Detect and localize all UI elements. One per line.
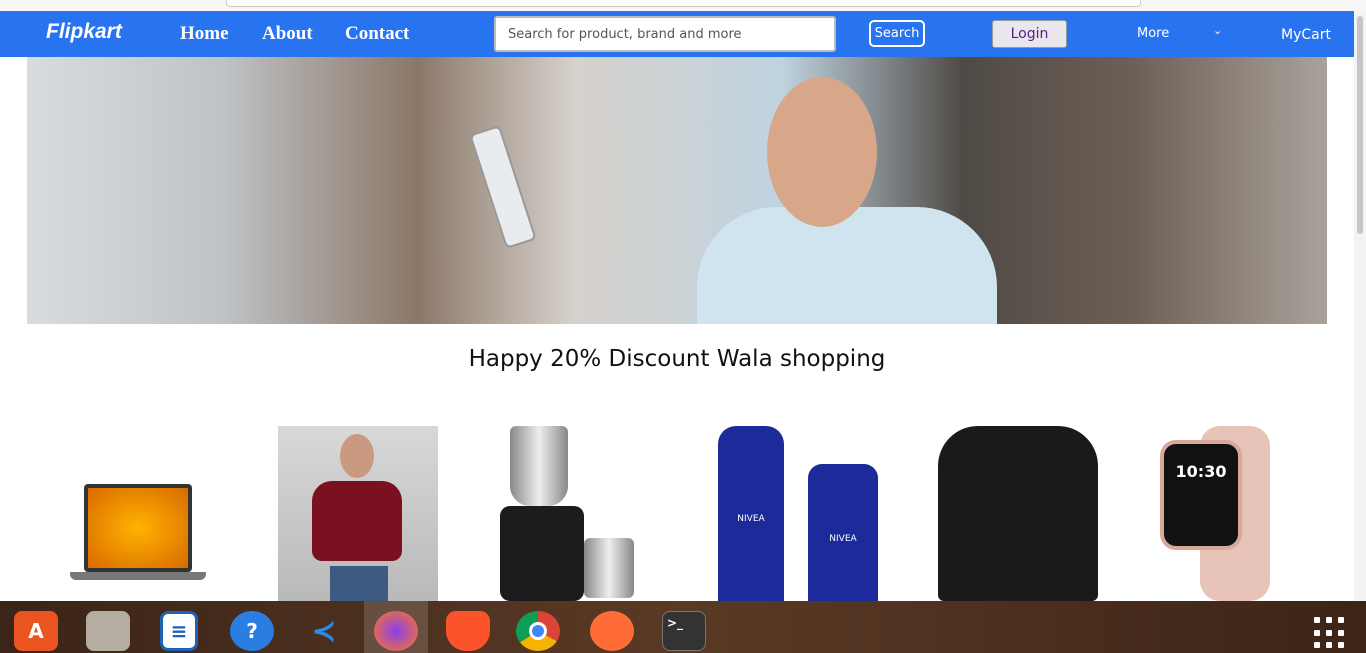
cart-link[interactable]: MyCart [1281, 27, 1331, 43]
browser-top [0, 0, 1366, 11]
nivea-label: NIVEA [737, 514, 765, 524]
login-button[interactable]: Login [992, 20, 1067, 48]
show-apps-grid-icon[interactable] [1314, 617, 1346, 649]
chevron-down-icon[interactable]: ⌄ [1213, 24, 1222, 37]
app-center-icon[interactable]: A [14, 611, 58, 651]
nav-about[interactable]: About [262, 23, 313, 45]
hero-phone [469, 124, 537, 250]
product-laptop[interactable] [70, 484, 206, 584]
watch-time: 10:30 [1175, 462, 1227, 481]
product-smartwatch[interactable]: 10:30 [1160, 426, 1320, 601]
vscode-icon[interactable]: ≺ [302, 611, 346, 651]
terminal-icon[interactable]: >_ [662, 611, 706, 651]
hero-person-face [767, 77, 877, 227]
product-fashion-top[interactable] [278, 426, 438, 601]
discount-heading: Happy 20% Discount Wala shopping [468, 346, 886, 372]
more-dropdown[interactable]: More [1137, 26, 1169, 41]
help-icon[interactable]: ? [230, 611, 274, 651]
product-nivea-body-milk[interactable]: NIVEA NIVEA [718, 426, 880, 601]
address-bar[interactable] [226, 0, 1141, 7]
nav-contact[interactable]: Contact [345, 23, 409, 45]
product-bluetooth-speaker[interactable] [938, 426, 1098, 601]
nivea-label: NIVEA [829, 534, 857, 544]
nav-home[interactable]: Home [180, 23, 229, 45]
hero-banner [27, 57, 1327, 324]
postman-icon[interactable] [590, 611, 634, 651]
chrome-icon[interactable] [516, 611, 560, 651]
brave-icon[interactable] [446, 611, 490, 651]
firefox-icon[interactable] [374, 611, 418, 651]
search-input[interactable]: Search for product, brand and more [494, 16, 836, 52]
logo[interactable]: Flipkart [46, 20, 122, 44]
files-icon[interactable] [86, 611, 130, 651]
writer-icon[interactable]: ≡ [160, 611, 198, 651]
navbar: Flipkart Home About Contact Search for p… [0, 11, 1354, 57]
search-button[interactable]: Search [869, 20, 925, 47]
taskbar: A ≡ ? ≺ >_ [0, 601, 1366, 653]
scrollbar-thumb[interactable] [1357, 16, 1363, 234]
hero-person-shirt [697, 207, 997, 324]
product-mixer-grinder[interactable] [496, 426, 658, 601]
